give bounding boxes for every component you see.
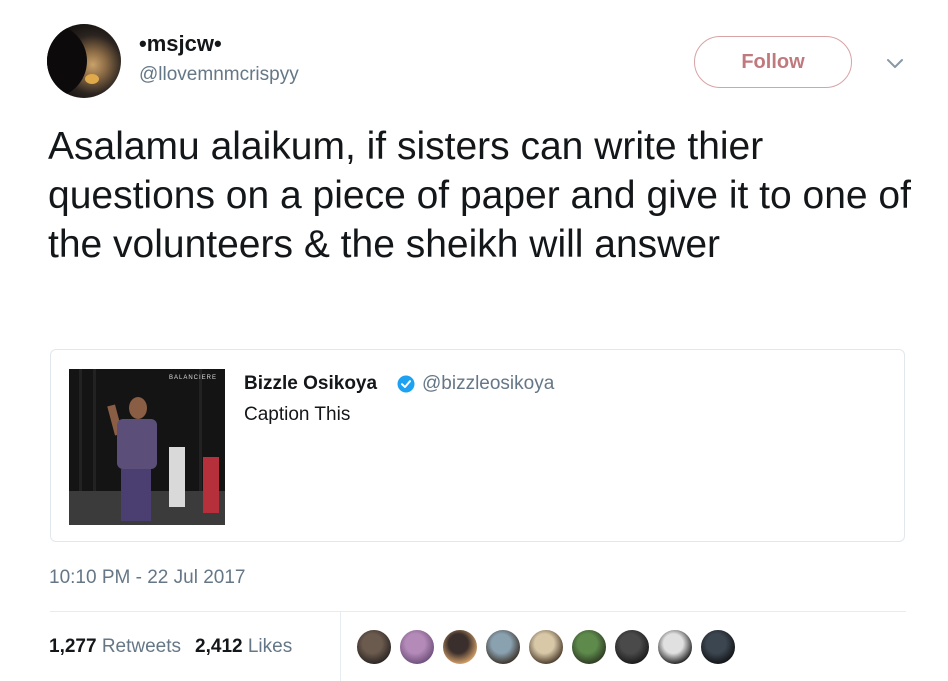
avatar-shade [47,24,87,98]
tweet-stats: 1,277 Retweets 2,412 Likes [49,636,292,658]
chevron-down-icon[interactable] [884,52,906,74]
verified-badge-icon [397,375,415,393]
performer-head [129,397,147,419]
performer-shirt [117,419,157,469]
likes-label: Likes [247,636,293,657]
avatar-highlight [85,74,99,84]
liker-avatar[interactable] [398,628,436,666]
performer-pants [121,469,151,521]
liker-avatar[interactable] [699,628,737,666]
quoted-tweet-image[interactable]: BALANCIERE [69,369,225,525]
quoted-tweet-text: Caption This [244,404,351,425]
quoted-display-name[interactable]: Bizzle Osikoya [244,373,377,395]
background-person [203,457,219,513]
stats-divider [340,612,341,681]
tweet-text: Asalamu alaikum, if sisters can write th… [48,125,911,266]
liker-avatar[interactable] [613,628,651,666]
liker-avatar[interactable] [656,628,694,666]
retweets-count: 1,277 [49,636,97,657]
background-person [169,447,185,507]
curtain-fold [199,369,202,499]
quoted-handle[interactable]: @bizzleosikoya [422,373,554,395]
author-handle[interactable]: @llovemnmcrispyy [139,64,299,86]
liker-avatar[interactable] [355,628,393,666]
liker-avatar[interactable] [484,628,522,666]
divider [50,611,906,612]
author-display-name[interactable]: •msjcw• [139,31,222,57]
retweets-stat[interactable]: 1,277 Retweets [49,636,181,657]
likes-stat[interactable]: 2,412 Likes [195,636,292,657]
image-brand-text: BALANCIERE [169,375,218,381]
author-avatar[interactable] [47,24,121,98]
follow-button[interactable]: Follow [694,36,852,88]
liker-avatar[interactable] [527,628,565,666]
tweet-timestamp[interactable]: 10:10 PM - 22 Jul 2017 [49,567,245,589]
curtain-fold [79,369,82,499]
liker-avatar[interactable] [441,628,479,666]
curtain-fold [93,369,96,499]
retweets-label: Retweets [101,636,182,657]
liker-avatar[interactable] [570,628,608,666]
likes-count: 2,412 [195,636,243,657]
quoted-tweet-card[interactable]: BALANCIERE Bizzle Osikoya @bizzleosikoya… [50,349,905,542]
